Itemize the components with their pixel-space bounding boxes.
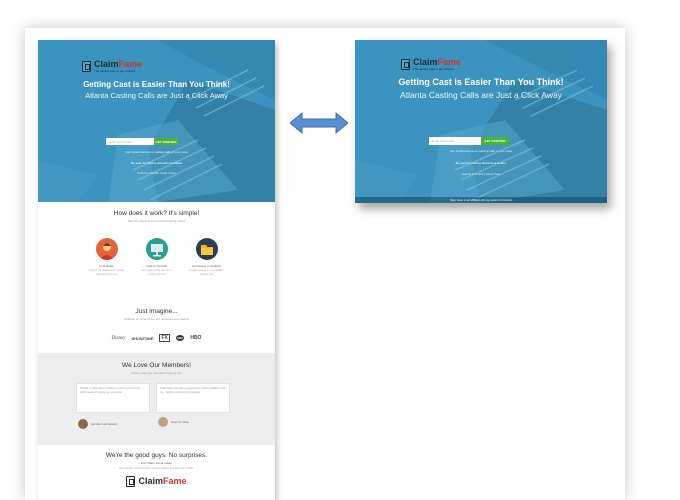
logo[interactable]: ClaimFame The easiest way to get noticed: [82, 60, 142, 73]
good-text: No contracts, no hidden fees. Cancel any…: [118, 467, 195, 470]
hero-line-1: Get instant access to casting calls in y…: [125, 150, 188, 154]
step-text: Prepare and go to your audition and get …: [188, 269, 225, 276]
how-it-works-section: How does it work? It's simple! Take the …: [38, 210, 275, 223]
showtime-logo: SHOWTIME: [131, 335, 154, 341]
footer-logo[interactable]: ClaimFame: [38, 475, 275, 487]
logo-mark-icon: [401, 59, 410, 70]
logo-tagline: The easiest way to get noticed: [413, 67, 454, 71]
logo[interactable]: ClaimFame The easiest way to get noticed: [401, 58, 461, 71]
testimonial-quote: Thanks to Claim Fame I landed a role in …: [76, 383, 150, 413]
hero-line-1: Get instant access to casting calls in y…: [450, 149, 512, 153]
hero-line-3: Submit it Simple | Fast | Free: [137, 171, 176, 175]
imagine-subtitle: Working on projects for top networks and…: [124, 317, 189, 321]
hero-line-2: Be seen by casting directors & studios: [131, 161, 182, 165]
testimonial-quote: Claim Fame has been a great help in find…: [156, 383, 230, 413]
actor-icon: [95, 238, 118, 260]
testimonials-section: We Love Our Members! Here's what our mem…: [38, 353, 275, 445]
good-title: We're the good guys. No surprises.: [105, 452, 208, 459]
how-subtitle: Take the steps to a successful acting ca…: [127, 219, 186, 223]
signup-form: Enter your email GET STARTED: [429, 137, 509, 145]
disney-logo: Disney: [111, 335, 126, 341]
hero-footer-bar: Claim Fame is not affiliated with any st…: [355, 197, 607, 203]
screenshot-canvas: ClaimFame The easiest way to get noticed…: [0, 0, 680, 500]
hero-section: ClaimFame The easiest way to get noticed…: [38, 40, 275, 202]
logo-tagline: The easiest way to get noticed: [94, 69, 135, 73]
hero-line-2: Be seen by casting directors & studios: [455, 161, 507, 165]
abc-logo: ABC: [175, 335, 185, 341]
hero-line-3: Submit it Simple | Fast | Free: [461, 172, 501, 176]
folder-icon: [195, 238, 218, 260]
good-guys-section: We're the good guys. No surprises. Join …: [38, 452, 275, 487]
step-label: Find Roles: [99, 264, 114, 268]
step-item: Get Ready to Audition Prepare and go to …: [189, 238, 225, 276]
signup-form: Enter your email GET STARTED: [106, 138, 178, 145]
logo-name: ClaimFame: [138, 475, 187, 486]
hero-title: Getting Cast is Easier Than You Think!: [83, 80, 230, 89]
member-item: Jennifer Hernandez: [78, 419, 117, 429]
imagine-section: Just Imagine... Working on projects for …: [38, 308, 275, 321]
logo-mark-icon: [126, 475, 136, 487]
brand-logos: Disney SHOWTIME FX ABC HBO: [38, 334, 275, 342]
avatar: [78, 419, 88, 429]
hero-background: [355, 40, 607, 203]
hero-title: Getting Cast is Easier Than You Think!: [398, 77, 564, 87]
double-arrow-icon: [290, 112, 348, 134]
logo-mark-icon: [82, 61, 91, 72]
member-name: Jennifer Hernandez: [91, 422, 118, 426]
step-text: Search our database of casting calls tai…: [89, 269, 124, 276]
love-title: We Love Our Members!: [122, 362, 191, 369]
step-item: Submit Yourself Send your profile direct…: [139, 238, 175, 276]
step-label: Get Ready to Audition: [191, 264, 222, 268]
logo-name: ClaimFame: [94, 59, 143, 69]
email-input[interactable]: Enter your email: [106, 138, 154, 145]
member-name: Kevin D. Rae: [171, 420, 189, 424]
imagine-title: Just Imagine...: [135, 308, 178, 315]
get-started-button[interactable]: GET STARTED: [154, 138, 178, 145]
get-started-button[interactable]: GET STARTED: [481, 137, 509, 145]
fx-logo: FX: [159, 334, 170, 342]
hero-subtitle: Atlanta Casting Calls are Just a Click A…: [85, 91, 228, 100]
hero-subtitle: Atlanta Casting Calls are Just a Click A…: [400, 90, 562, 100]
hero-background: [38, 40, 275, 202]
good-subtitle: Join Claim Fame today!: [140, 461, 173, 465]
monitor-icon: [145, 238, 168, 260]
member-item: Kevin D. Rae: [158, 417, 189, 427]
how-title: How does it work? It's simple!: [113, 210, 200, 217]
step-label: Submit Yourself: [146, 264, 167, 268]
logo-name: ClaimFame: [413, 57, 462, 67]
avatar: [158, 417, 168, 427]
love-subtitle: Here's what our members have to say: [131, 371, 182, 375]
steps-list: Find Roles Search our database of castin…: [38, 238, 275, 276]
step-item: Find Roles Search our database of castin…: [89, 238, 125, 276]
step-text: Send your profile directly to casting di…: [141, 269, 172, 276]
email-input[interactable]: Enter your email: [429, 137, 481, 145]
hero-close-up: ClaimFame The easiest way to get noticed…: [355, 40, 607, 203]
hbo-logo: HBO: [190, 335, 202, 341]
full-landing-page: ClaimFame The easiest way to get noticed…: [38, 40, 275, 500]
